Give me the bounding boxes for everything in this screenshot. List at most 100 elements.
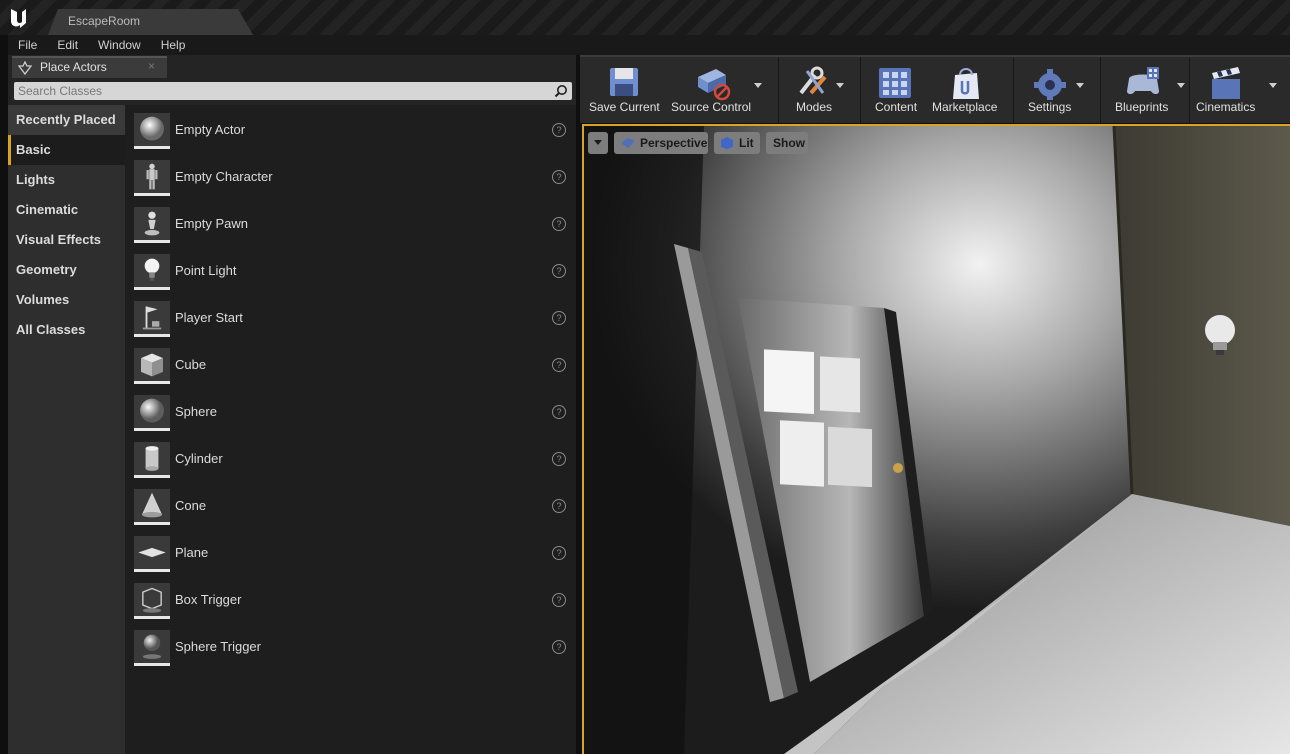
- actor-row-cylinder[interactable]: Cylinder ?: [125, 434, 576, 481]
- level-viewport[interactable]: Perspective Lit Show: [582, 124, 1290, 754]
- menu-bar: File Edit Window Help: [8, 35, 1290, 55]
- viewport-options-button[interactable]: [588, 132, 608, 154]
- sphere-icon: [134, 395, 170, 431]
- category-volumes[interactable]: Volumes: [8, 285, 125, 315]
- menu-window[interactable]: Window: [88, 35, 151, 55]
- chevron-down-icon: [594, 140, 602, 145]
- actor-label: Empty Actor: [175, 122, 246, 137]
- cone-icon: [134, 489, 170, 525]
- content-button[interactable]: Content: [861, 57, 928, 123]
- viewport-scene: [584, 126, 1290, 754]
- blueprints-button[interactable]: Blueprints: [1101, 57, 1191, 123]
- actor-row-sphere[interactable]: Sphere ?: [125, 387, 576, 434]
- actor-label: Empty Character: [175, 169, 273, 184]
- lit-cube-icon: [721, 137, 733, 149]
- actor-row-empty-actor[interactable]: Empty Actor ?: [125, 105, 576, 152]
- help-icon[interactable]: ?: [552, 217, 566, 231]
- category-cinematic[interactable]: Cinematic: [8, 195, 125, 225]
- settings-label: Settings: [1028, 100, 1072, 114]
- empty-actor-icon: [134, 113, 170, 149]
- cinematics-label: Cinematics: [1196, 100, 1256, 114]
- help-icon[interactable]: ?: [552, 405, 566, 419]
- plane-icon: [134, 536, 170, 572]
- box-trigger-icon: [134, 583, 170, 619]
- actor-row-point-light[interactable]: Point Light ?: [125, 246, 576, 293]
- marketplace-icon: [953, 68, 979, 99]
- settings-button[interactable]: Settings: [1014, 57, 1100, 123]
- actor-row-plane[interactable]: Plane ?: [125, 528, 576, 575]
- help-icon[interactable]: ?: [552, 358, 566, 372]
- help-icon[interactable]: ?: [552, 546, 566, 560]
- blueprints-icon: [1127, 67, 1159, 94]
- marketplace-button[interactable]: Marketplace: [928, 57, 1010, 123]
- actor-row-box-trigger[interactable]: Box Trigger ?: [125, 575, 576, 622]
- actor-label: Player Start: [175, 310, 243, 325]
- help-icon[interactable]: ?: [552, 123, 566, 137]
- help-icon[interactable]: ?: [552, 640, 566, 654]
- help-icon[interactable]: ?: [552, 452, 566, 466]
- cinematics-button[interactable]: Cinematics: [1190, 57, 1278, 123]
- actor-label: Cube: [175, 357, 207, 372]
- chevron-down-icon[interactable]: [836, 83, 844, 88]
- actor-row-player-start[interactable]: Player Start ?: [125, 293, 576, 340]
- actor-label: Point Light: [175, 263, 237, 278]
- help-icon[interactable]: ?: [552, 311, 566, 325]
- actor-row-cube[interactable]: Cube ?: [125, 340, 576, 387]
- show-button[interactable]: Show: [766, 132, 808, 154]
- menu-help[interactable]: Help: [151, 35, 196, 55]
- lit-button[interactable]: Lit: [714, 132, 760, 154]
- help-icon[interactable]: ?: [552, 499, 566, 513]
- help-icon[interactable]: ?: [552, 593, 566, 607]
- help-icon[interactable]: ?: [552, 264, 566, 278]
- category-basic[interactable]: Basic: [8, 135, 125, 165]
- category-geometry[interactable]: Geometry: [8, 255, 125, 285]
- place-actors-icon: [18, 61, 32, 75]
- category-recently-placed[interactable]: Recently Placed: [8, 105, 125, 135]
- main-toolbar: Save Current Source Control Modes Conten…: [580, 55, 1290, 123]
- actor-row-sphere-trigger[interactable]: Sphere Trigger ?: [125, 622, 576, 669]
- actor-row-empty-character[interactable]: Empty Character ?: [125, 152, 576, 199]
- sphere-trigger-icon: [134, 630, 170, 666]
- chevron-down-icon[interactable]: [1177, 83, 1185, 88]
- modes-button[interactable]: Modes: [779, 57, 859, 123]
- perspective-button[interactable]: Perspective: [614, 132, 708, 154]
- actor-row-cone[interactable]: Cone ?: [125, 481, 576, 528]
- search-classes-input[interactable]: [18, 83, 548, 99]
- lit-label: Lit: [739, 136, 754, 150]
- chevron-down-icon[interactable]: [1269, 83, 1277, 88]
- title-bar: EscapeRoom: [0, 0, 1290, 35]
- perspective-label: Perspective: [640, 136, 708, 150]
- pawn-icon: [134, 207, 170, 243]
- actor-row-empty-pawn[interactable]: Empty Pawn ?: [125, 199, 576, 246]
- search-classes-box: [14, 82, 572, 100]
- marketplace-label: Marketplace: [932, 100, 998, 114]
- document-tab[interactable]: EscapeRoom: [48, 9, 253, 35]
- chevron-down-icon[interactable]: [1076, 83, 1084, 88]
- actor-label: Cone: [175, 498, 207, 513]
- actor-label: Sphere: [175, 404, 217, 419]
- content-icon: [879, 68, 911, 98]
- category-visual-effects[interactable]: Visual Effects: [8, 225, 125, 255]
- modes-icon: [799, 66, 827, 95]
- menu-file[interactable]: File: [8, 35, 47, 55]
- save-current-label: Save Current: [589, 100, 660, 114]
- settings-icon: [1034, 69, 1066, 100]
- actor-label: Plane: [175, 545, 209, 560]
- place-actors-panel: Place Actors × Recently Placed Basic Lig…: [8, 55, 576, 754]
- category-list: Recently Placed Basic Lights Cinematic V…: [8, 105, 125, 754]
- chevron-down-icon[interactable]: [754, 83, 762, 88]
- perspective-icon: [621, 138, 635, 148]
- source-control-button[interactable]: Source Control: [668, 57, 778, 123]
- blueprints-label: Blueprints: [1115, 100, 1169, 114]
- category-lights[interactable]: Lights: [8, 165, 125, 195]
- save-current-button[interactable]: Save Current: [580, 57, 668, 123]
- close-icon[interactable]: ×: [148, 59, 155, 73]
- menu-edit[interactable]: Edit: [47, 35, 88, 55]
- place-actors-tab[interactable]: Place Actors ×: [12, 56, 167, 78]
- unreal-logo-icon[interactable]: [8, 6, 32, 30]
- search-icon[interactable]: [554, 84, 568, 98]
- actor-list: Empty Actor ? Empty Character ? Empty Pa…: [125, 105, 576, 754]
- help-icon[interactable]: ?: [552, 170, 566, 184]
- cinematics-icon: [1212, 67, 1240, 99]
- category-all-classes[interactable]: All Classes: [8, 315, 125, 345]
